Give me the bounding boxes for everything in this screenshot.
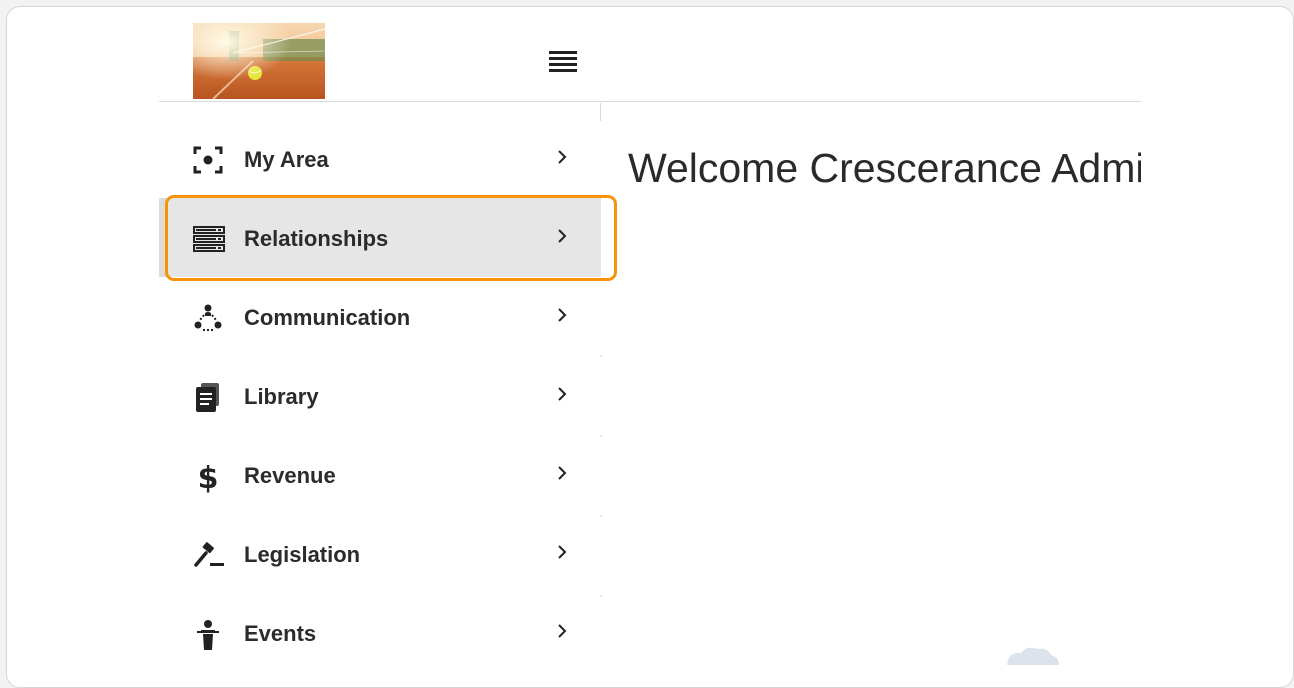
sidebar-item-label: Library [244, 384, 319, 409]
hamburger-menu-icon[interactable] [549, 51, 577, 75]
chevron-right-icon [555, 463, 569, 483]
sidebar-item-label: Legislation [244, 542, 361, 567]
chevron-right-icon [555, 305, 569, 325]
hamburger-line [549, 63, 577, 66]
hamburger-line [549, 57, 577, 60]
sidebar-item-revenue[interactable]: $ Revenue [159, 435, 601, 514]
tennis-court-logo[interactable] [193, 23, 325, 99]
divider-dot [600, 595, 602, 597]
people-network-icon [193, 303, 223, 333]
sidebar-item-communication[interactable]: Communication [159, 277, 601, 356]
sidebar-item-label: Relationships [244, 226, 389, 251]
documents-icon [193, 382, 223, 412]
sidebar-item-events[interactable]: Events [159, 593, 601, 672]
sidebar-item-label: My Area [244, 147, 329, 172]
welcome-heading: Welcome Crescerance Admi [628, 145, 1141, 191]
sidebar-item-legislation[interactable]: Legislation [159, 514, 601, 593]
sidebar-item-relationships[interactable]: Relationships [159, 198, 601, 277]
gavel-icon [193, 540, 224, 570]
sidebar-item-library[interactable]: Library [159, 356, 601, 435]
chevron-right-icon [555, 542, 569, 562]
cloud-icon [1007, 645, 1059, 665]
divider-dot [600, 435, 602, 437]
focus-target-icon [193, 145, 223, 175]
svg-text:$: $ [198, 461, 219, 493]
hamburger-line [549, 51, 577, 54]
divider-dot [600, 355, 602, 357]
app-window: My Area Relationships Communication Libr… [6, 6, 1294, 688]
chevron-right-icon [555, 147, 569, 167]
divider-dot [600, 515, 602, 517]
chevron-right-icon [555, 621, 569, 641]
chevron-right-icon [555, 226, 569, 246]
hamburger-line [549, 69, 577, 72]
sidebar-item-my-area[interactable]: My Area [159, 119, 601, 198]
header-divider [159, 101, 1141, 102]
sidebar-item-label: Communication [244, 305, 411, 330]
speaker-podium-icon [193, 619, 223, 650]
server-stack-icon [193, 224, 225, 254]
sidebar-nav: My Area Relationships Communication Libr… [159, 119, 601, 672]
dollar-icon: $ [193, 461, 223, 496]
chevron-right-icon [555, 384, 569, 404]
sidebar-item-label: Revenue [244, 463, 336, 488]
sidebar-item-label: Events [244, 621, 317, 646]
